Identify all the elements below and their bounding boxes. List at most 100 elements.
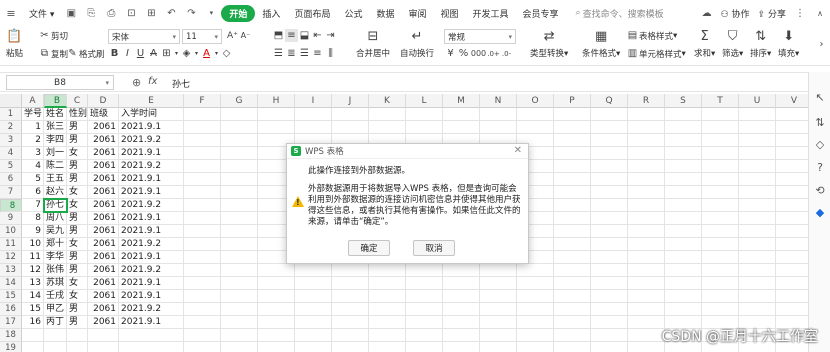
cell-H17[interactable] bbox=[258, 316, 295, 329]
cell-I13[interactable] bbox=[295, 264, 332, 277]
cell-G17[interactable] bbox=[221, 316, 258, 329]
cell-C2[interactable]: 男 bbox=[67, 121, 88, 134]
tab-home[interactable]: 开始 bbox=[221, 4, 256, 22]
cell-Q2[interactable] bbox=[591, 121, 628, 134]
cell-Q14[interactable] bbox=[591, 277, 628, 290]
cell-O1[interactable] bbox=[517, 108, 554, 121]
share-button[interactable]: ⇪ 分享 bbox=[754, 7, 790, 20]
sort-button[interactable]: ⇅ 排序▾ bbox=[750, 28, 771, 60]
row-header-14[interactable]: 14 bbox=[0, 277, 22, 290]
cell-V7[interactable] bbox=[776, 186, 808, 199]
cell-S5[interactable] bbox=[665, 160, 702, 173]
cell-T8[interactable] bbox=[702, 199, 739, 212]
cell-J15[interactable] bbox=[332, 290, 369, 303]
cell-S8[interactable] bbox=[665, 199, 702, 212]
cell-H19[interactable] bbox=[258, 342, 295, 352]
distributed-icon[interactable]: ⫼ bbox=[324, 47, 337, 60]
cell-P12[interactable] bbox=[554, 251, 591, 264]
cell-R2[interactable] bbox=[628, 121, 665, 134]
cell-A16[interactable]: 15 bbox=[22, 303, 44, 316]
cell-C1[interactable]: 性别 bbox=[67, 108, 88, 121]
wrap-text-button[interactable]: ↵ 自动换行 bbox=[400, 28, 434, 60]
cell-T16[interactable] bbox=[702, 303, 739, 316]
italic-icon[interactable]: I bbox=[121, 47, 134, 60]
tab-data[interactable]: 数据 bbox=[369, 7, 401, 20]
cell-D6[interactable]: 2061 bbox=[88, 173, 119, 186]
cell-B13[interactable]: 张伟 bbox=[44, 264, 67, 277]
cell-U5[interactable] bbox=[739, 160, 776, 173]
column-header-C[interactable]: C bbox=[67, 94, 88, 108]
column-header-G[interactable]: G bbox=[221, 94, 258, 108]
cell-A8[interactable]: 7 bbox=[22, 199, 44, 212]
cell-F16[interactable] bbox=[184, 303, 221, 316]
cancel-button[interactable]: 取消 bbox=[413, 240, 455, 256]
cell-N15[interactable] bbox=[480, 290, 517, 303]
row-header-6[interactable]: 6 bbox=[0, 173, 22, 186]
decimal-decrease-icon[interactable]: .0- bbox=[500, 47, 513, 60]
cell-I16[interactable] bbox=[295, 303, 332, 316]
cell-V2[interactable] bbox=[776, 121, 808, 134]
export-icon[interactable]: ⎘ bbox=[84, 6, 98, 20]
row-header-13[interactable]: 13 bbox=[0, 264, 22, 277]
cell-M2[interactable] bbox=[443, 121, 480, 134]
cell-T13[interactable] bbox=[702, 264, 739, 277]
cell-S16[interactable] bbox=[665, 303, 702, 316]
font-grow-icon[interactable]: A⁺ bbox=[226, 29, 239, 42]
cell-B16[interactable]: 甲乙 bbox=[44, 303, 67, 316]
cell-E12[interactable]: 2021.9.1 bbox=[119, 251, 184, 264]
cell-E18[interactable] bbox=[119, 329, 184, 342]
column-header-L[interactable]: L bbox=[406, 94, 443, 108]
column-header-Q[interactable]: Q bbox=[591, 94, 628, 108]
cell-T9[interactable] bbox=[702, 212, 739, 225]
cell-P1[interactable] bbox=[554, 108, 591, 121]
cell-V13[interactable] bbox=[776, 264, 808, 277]
cell-S6[interactable] bbox=[665, 173, 702, 186]
cell-L2[interactable] bbox=[406, 121, 443, 134]
row-header-8[interactable]: 8 bbox=[0, 199, 22, 212]
row-header-17[interactable]: 17 bbox=[0, 316, 22, 329]
chevron-down-icon[interactable]: ▾ bbox=[173, 47, 180, 60]
cell-Q10[interactable] bbox=[591, 225, 628, 238]
row-header-4[interactable]: 4 bbox=[0, 147, 22, 160]
cell-N13[interactable] bbox=[480, 264, 517, 277]
cell-F18[interactable] bbox=[184, 329, 221, 342]
cell-V8[interactable] bbox=[776, 199, 808, 212]
cell-A7[interactable]: 6 bbox=[22, 186, 44, 199]
cell-M16[interactable] bbox=[443, 303, 480, 316]
underline-icon[interactable]: U bbox=[134, 47, 147, 60]
cell-U9[interactable] bbox=[739, 212, 776, 225]
cell-V10[interactable] bbox=[776, 225, 808, 238]
cell-P13[interactable] bbox=[554, 264, 591, 277]
cell-H1[interactable] bbox=[258, 108, 295, 121]
column-header-D[interactable]: D bbox=[88, 94, 119, 108]
cell-A11[interactable]: 10 bbox=[22, 238, 44, 251]
cell-Q16[interactable] bbox=[591, 303, 628, 316]
font-name-select[interactable]: 宋体 ▾ bbox=[108, 29, 180, 44]
cell-style-button[interactable]: ▥ 单元格样式 ▾ bbox=[626, 47, 686, 60]
cell-F15[interactable] bbox=[184, 290, 221, 303]
cell-H2[interactable] bbox=[258, 121, 295, 134]
table-style-button[interactable]: ▤ 表格样式 ▾ bbox=[626, 29, 678, 42]
cell-G15[interactable] bbox=[221, 290, 258, 303]
cell-C15[interactable]: 女 bbox=[67, 290, 88, 303]
cell-K15[interactable] bbox=[369, 290, 406, 303]
cell-V6[interactable] bbox=[776, 173, 808, 186]
cell-F11[interactable] bbox=[184, 238, 221, 251]
cell-D11[interactable]: 2061 bbox=[88, 238, 119, 251]
formula-input[interactable]: 孙七 bbox=[172, 77, 190, 90]
paste-button[interactable]: 📋 粘贴 bbox=[6, 28, 23, 60]
align-left-icon[interactable]: ☰ bbox=[272, 47, 285, 60]
cell-G12[interactable] bbox=[221, 251, 258, 264]
cell-E9[interactable]: 2021.9.1 bbox=[119, 212, 184, 225]
cell-G7[interactable] bbox=[221, 186, 258, 199]
cell-R9[interactable] bbox=[628, 212, 665, 225]
cell-C17[interactable]: 男 bbox=[67, 316, 88, 329]
cell-U2[interactable] bbox=[739, 121, 776, 134]
cell-K17[interactable] bbox=[369, 316, 406, 329]
cell-U16[interactable] bbox=[739, 303, 776, 316]
cell-M13[interactable] bbox=[443, 264, 480, 277]
cell-E13[interactable]: 2021.9.2 bbox=[119, 264, 184, 277]
cell-Q9[interactable] bbox=[591, 212, 628, 225]
cell-A14[interactable]: 13 bbox=[22, 277, 44, 290]
cell-G10[interactable] bbox=[221, 225, 258, 238]
